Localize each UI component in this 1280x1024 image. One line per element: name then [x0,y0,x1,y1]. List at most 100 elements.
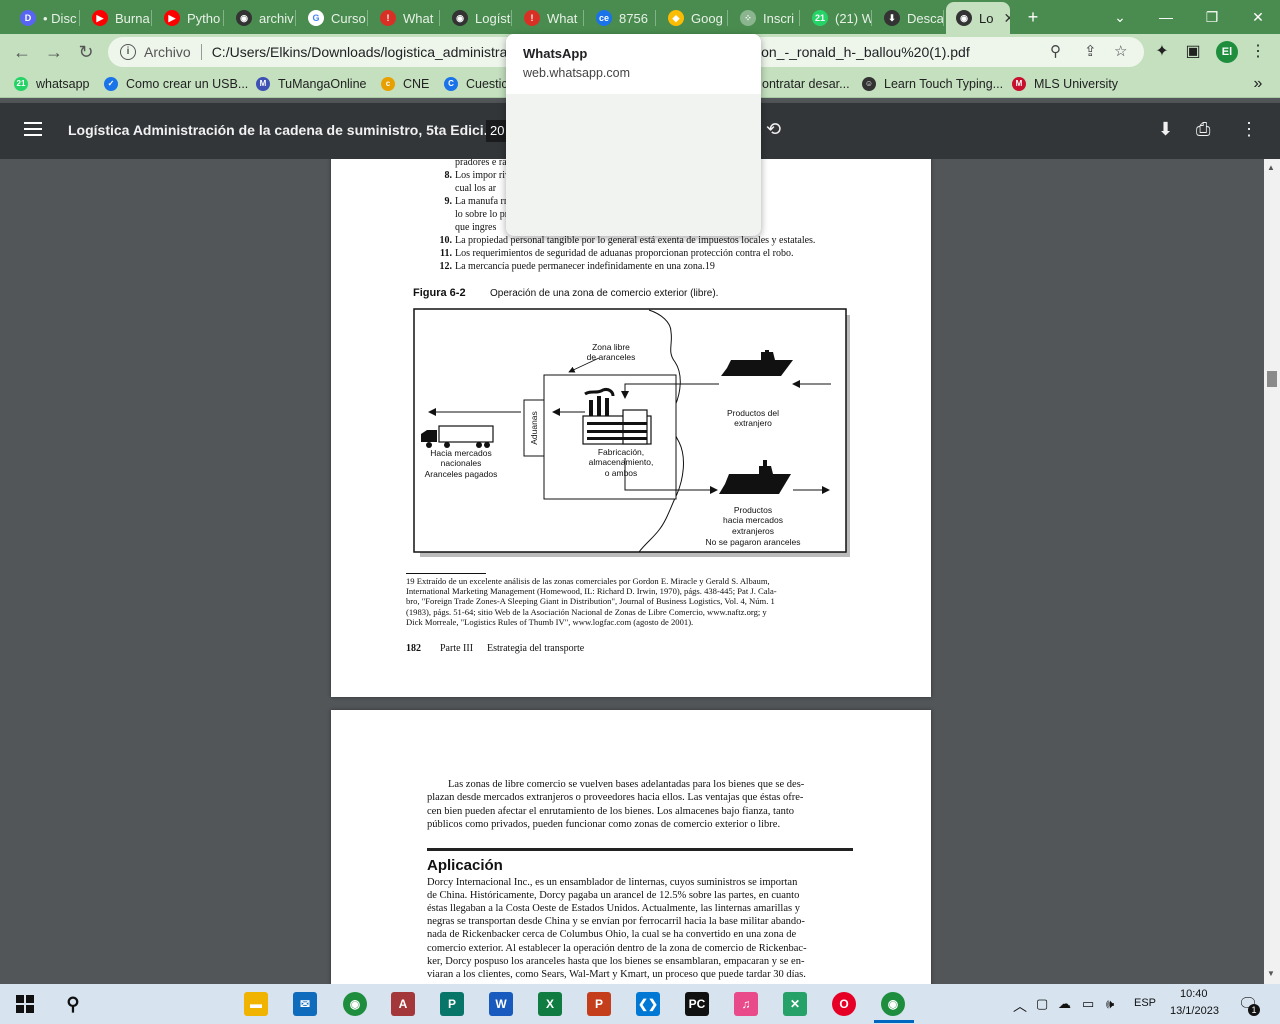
label-zona-libre-1: Zona libre [592,342,630,352]
pycharm-icon[interactable]: PC [682,989,712,1019]
bookmark-label: Como crear un USB... [126,77,249,91]
opera-glyph: O [832,992,856,1016]
list-number: 11. [440,248,452,259]
close-window-icon[interactable]: ✕ [1246,5,1270,29]
tray-device-icon[interactable]: ▢ [1036,996,1048,1012]
scroll-down-icon[interactable]: ▼ [1267,969,1275,978]
chrome-icon[interactable]: ◉ [340,989,370,1019]
excel-icon[interactable]: X [535,989,565,1019]
clock-time[interactable]: 10:40 [1180,988,1208,1000]
side-panel-icon[interactable]: ▣ [1183,42,1203,62]
vertical-scrollbar[interactable]: ▲ ▼ [1264,159,1280,984]
back-button[interactable]: ← [10,40,34,64]
tab-10[interactable]: ⁘ Inscri [730,4,800,32]
page-number: 182 [406,643,421,654]
address-url-left: C:/Users/Elkins/Downloads/logistica_admi… [211,44,512,60]
tab-3[interactable]: ◉ archiv [226,4,296,32]
bookmark-1[interactable]: ✓ Como crear un USB... [104,75,248,93]
mail-icon[interactable]: ✉ [290,989,320,1019]
vscode-icon[interactable]: ❮❯ [633,989,663,1019]
extensions-icon[interactable]: ✦ [1152,42,1172,62]
rotate-icon[interactable]: ⟲ [766,119,781,140]
foreign-trade-zone-diagram: Zona libre de aranceles Productos del ex… [413,308,853,560]
hamburger-menu-icon[interactable] [24,122,42,136]
tab-13[interactable]: ◉ Lo ✕ [946,2,1010,34]
list-number: 8. [444,170,453,181]
profile-avatar[interactable]: El [1216,41,1238,63]
bookmark-7[interactable]: M MLS University [1012,75,1118,93]
pdf-document-area[interactable]: Figura 6-2 Operación de una zona de come… [0,159,1264,984]
scroll-up-icon[interactable]: ▲ [1267,163,1275,172]
tab-8[interactable]: ce 8756 [586,4,656,32]
footnote-line: (1983), págs. 51-64; sitio Web de la Aso… [406,606,767,617]
search-icon[interactable]: ⚲ [58,989,88,1019]
itunes-icon[interactable]: ♫ [731,989,761,1019]
opera-icon[interactable]: O [829,989,859,1019]
network-icon[interactable]: ▭ [1082,996,1094,1012]
info-icon[interactable]: i [120,44,136,60]
bookmark-star-icon[interactable]: ☆ [1114,42,1127,60]
bookmark-3[interactable]: c CNE [381,75,429,93]
label-aduanas: Aduanas [529,411,539,445]
typing-icon: ☺ [862,77,876,91]
tools-icon[interactable]: ✕ [780,989,810,1019]
bookmark-2[interactable]: M TuMangaOnline [256,75,366,93]
tab-1[interactable]: ▶ Burna [82,4,152,32]
body-line: nada de Rickenbacker cerca de Columbus O… [427,929,797,941]
access-icon[interactable]: A [388,989,418,1019]
more-bookmarks-icon[interactable]: » [1248,74,1268,94]
pycharm-glyph: PC [685,992,709,1016]
tab-9[interactable]: ◆ Goog [658,4,728,32]
volume-icon[interactable]: 🕪 [1106,996,1114,1012]
tab-separator [439,10,440,26]
language-indicator[interactable]: ESP [1134,997,1156,1009]
list-line: La propiedad personal tangible por lo ge… [455,235,816,246]
tab-label: Desca [907,10,944,26]
forward-button[interactable]: → [42,40,66,64]
zoom-icon[interactable]: ⚲ [1050,42,1061,60]
word-glyph: W [489,992,513,1016]
windows-start-icon[interactable] [10,989,40,1019]
more-options-icon[interactable]: ⋮ [1240,119,1258,140]
powerpoint-icon[interactable]: P [584,989,614,1019]
tab-separator [799,10,800,26]
share-icon[interactable]: ⇪ [1084,42,1097,60]
chrome-profile-icon[interactable]: ◉ [878,989,908,1019]
reload-button[interactable]: ↻ [74,40,98,64]
tab-hover-card: WhatsApp web.whatsapp.com [506,34,761,236]
bookmark-0[interactable]: 21 whatsapp [14,75,90,93]
minimize-icon[interactable]: — [1154,5,1178,29]
tab-separator [511,10,512,26]
bookmark-5[interactable]: ontratar desar... [762,75,850,93]
tab-separator [655,10,656,26]
publisher-icon[interactable]: P [437,989,467,1019]
tab-2[interactable]: ▶ Pytho [154,4,224,32]
tab-0[interactable]: D • Disc [10,4,80,32]
tab-label: What [547,10,578,26]
footnote-line: bro, "Foreign Trade Zones-A Sleeping Gia… [406,596,775,607]
tab-7[interactable]: ! What [514,4,584,32]
bookmark-4[interactable]: C Cuestic [444,75,508,93]
tab-12[interactable]: ⬇ Desca [874,4,944,32]
bookmark-6[interactable]: ☺ Learn Touch Typing... [862,75,1003,93]
label-hacia-mercados-3: Aranceles pagados [425,469,498,479]
word-icon[interactable]: W [486,989,516,1019]
new-tab-button[interactable]: + [1021,5,1045,29]
print-icon[interactable]: ⎙ [1196,119,1210,140]
tab-label: 8756 [619,10,648,26]
tray-chevron-icon[interactable]: ︿ [1013,996,1027,1016]
tab-11[interactable]: 21 (21) W [802,4,872,32]
tab-6[interactable]: ◉ Logíst [442,4,512,32]
cloud-icon[interactable]: ☁ [1058,996,1071,1012]
menu-icon[interactable]: ⋮ [1248,42,1268,62]
maximize-icon[interactable]: ❐ [1200,5,1224,29]
tab-5[interactable]: ! What [370,4,440,32]
scroll-thumb[interactable] [1267,371,1277,387]
tab-4[interactable]: G Curso [298,4,368,32]
tab-label: Inscri [763,10,795,26]
tab-search-icon[interactable]: ⌄ [1108,5,1132,29]
close-tab-icon[interactable]: ✕ [1003,10,1010,27]
file-explorer-icon[interactable]: ▬ [241,989,271,1019]
clock-date[interactable]: 13/1/2023 [1170,1005,1219,1017]
download-icon[interactable]: ⬇ [1158,119,1173,140]
